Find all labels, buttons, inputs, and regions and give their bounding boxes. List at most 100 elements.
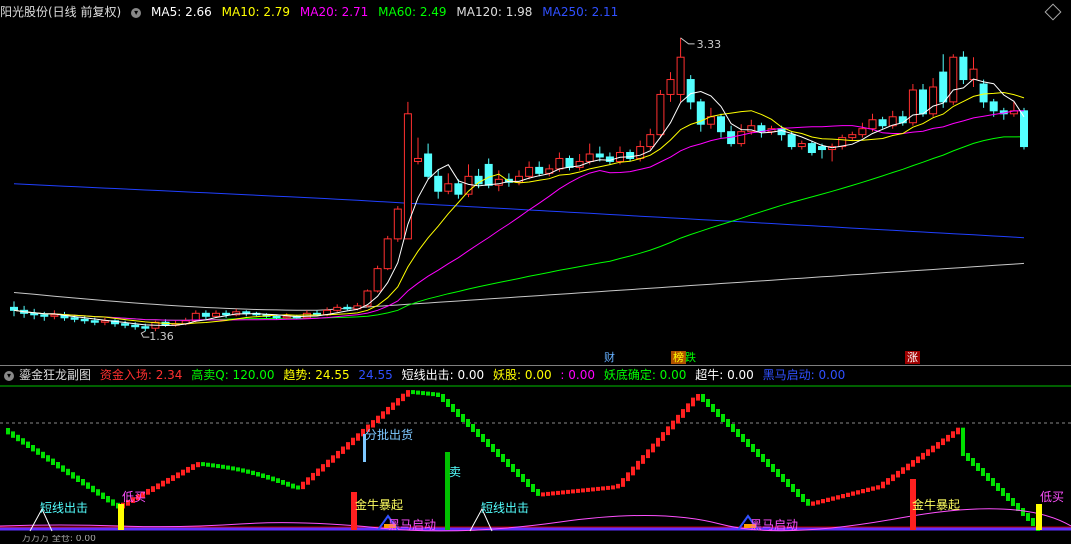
event-badge-finance[interactable]: 财 xyxy=(602,351,617,364)
candlestick-chart[interactable]: 3.33 1.36 xyxy=(0,0,1071,365)
candle-up xyxy=(969,68,978,81)
trend-fall-segment xyxy=(261,473,265,478)
trend-rise-segment xyxy=(651,443,655,453)
candle-up xyxy=(646,134,655,148)
candle-down xyxy=(626,152,635,159)
trend-fall-segment xyxy=(111,499,115,506)
candle-up xyxy=(302,312,311,319)
trend-rise-segment xyxy=(146,488,150,495)
bottom-status: 万万万 全仓: 0.00 xyxy=(0,535,1071,544)
trend-fall-segment xyxy=(751,444,755,452)
trend-fall-segment xyxy=(776,469,780,477)
stock-name: 阳光股份(日线 前复权) xyxy=(0,5,122,19)
trend-rise-segment xyxy=(696,394,700,401)
trend-rise-segment xyxy=(886,478,890,485)
trend-rise-segment xyxy=(936,442,940,449)
candle-up xyxy=(555,157,564,170)
trend-fall-segment xyxy=(71,472,75,479)
trend-fall-segment xyxy=(216,464,220,469)
trend-rise-segment xyxy=(196,462,200,468)
trend-rise-segment xyxy=(176,472,180,479)
trend-fall-segment xyxy=(701,394,705,402)
trend-rise-segment xyxy=(371,420,375,428)
trend-fall-segment xyxy=(86,482,90,489)
trend-fall-segment xyxy=(771,464,775,472)
trend-rise-segment xyxy=(901,467,905,474)
candle-up xyxy=(363,290,372,307)
trend-rise-segment xyxy=(836,495,840,500)
trend-rise-segment xyxy=(646,449,650,459)
trend-rise-segment xyxy=(691,397,695,407)
candle-up xyxy=(797,143,806,148)
ma20-line xyxy=(13,110,1025,321)
candle-up xyxy=(282,315,291,319)
trend-fall-segment xyxy=(1021,508,1025,516)
candle-up xyxy=(393,208,402,240)
trend-rise-segment xyxy=(591,487,595,492)
trend-rise-segment xyxy=(956,427,960,435)
candle-down xyxy=(40,314,49,317)
trend-fall-segment xyxy=(766,459,770,467)
trend-rise-segment xyxy=(181,469,185,476)
trend-fall-segment xyxy=(421,391,425,396)
trend-fall-segment xyxy=(56,462,60,469)
trend-rise-segment xyxy=(671,420,675,430)
trend-rise-segment xyxy=(946,434,950,442)
candle-down xyxy=(484,163,493,186)
trend-rise-segment xyxy=(336,450,340,459)
trend-rise-segment xyxy=(171,475,175,481)
trend-fall-segment xyxy=(41,451,45,459)
trend-rise-segment xyxy=(601,486,605,491)
trend-fall-segment xyxy=(281,480,285,485)
signal-low-buy-2: 低买 xyxy=(1040,490,1065,504)
trend-rise-segment xyxy=(381,411,385,419)
trend-rise-segment xyxy=(921,452,925,460)
trend-fall-segment xyxy=(21,438,25,445)
trend-fall-segment xyxy=(806,499,810,506)
trend-fall-segment xyxy=(456,409,460,417)
signal-short-out-2: 短线出击 xyxy=(481,501,530,515)
candle-down xyxy=(919,89,927,115)
candle-up xyxy=(444,183,453,192)
trend-fall-segment xyxy=(251,470,255,476)
trend-fall-segment xyxy=(791,484,795,492)
trend-fall-segment xyxy=(516,469,520,477)
signal-dark-horse-2: 黑马启动 xyxy=(750,518,799,532)
candle-down xyxy=(121,323,130,326)
trend-fall-segment xyxy=(6,428,10,435)
event-badge-rise[interactable]: 涨 xyxy=(905,351,920,364)
trend-fall-segment xyxy=(236,467,240,472)
trend-fall-segment xyxy=(966,453,970,461)
candle-down xyxy=(30,312,39,316)
trend-rise-segment xyxy=(616,483,620,489)
main-price-chart[interactable]: 3.33 1.36 xyxy=(0,0,1071,365)
candle-up xyxy=(636,146,645,159)
indicator-svg[interactable] xyxy=(0,366,1071,536)
event-badge-drop[interactable]: 跌 xyxy=(683,351,698,364)
candle-up xyxy=(666,79,675,95)
trend-fall-segment xyxy=(411,390,415,395)
candle-down xyxy=(10,306,18,311)
trend-rise-segment xyxy=(566,489,570,494)
candle-up xyxy=(858,128,867,136)
trend-fall-segment xyxy=(231,466,235,471)
settings-icon[interactable]: ▾ xyxy=(131,7,142,18)
trend-rise-segment xyxy=(811,501,815,506)
candle-down xyxy=(272,315,281,319)
candle-down xyxy=(898,116,907,124)
candle-down xyxy=(807,143,816,154)
trend-rise-segment xyxy=(351,437,355,446)
trend-fall-segment xyxy=(26,441,30,448)
trend-fall-segment xyxy=(291,483,295,489)
trend-rise-segment xyxy=(851,491,855,496)
indicator-chart[interactable] xyxy=(0,366,1071,536)
trend-rise-segment xyxy=(331,455,335,463)
trend-fall-segment xyxy=(731,424,735,432)
trend-rise-segment xyxy=(406,390,410,397)
trend-rise-segment xyxy=(656,437,660,447)
signal-short-out-1: 短线出击 xyxy=(40,501,89,515)
trend-rise-segment xyxy=(306,477,310,485)
candle-up xyxy=(373,268,382,292)
ma5-label: MA5: 2.66 xyxy=(151,5,212,19)
trend-rise-segment xyxy=(161,480,165,487)
